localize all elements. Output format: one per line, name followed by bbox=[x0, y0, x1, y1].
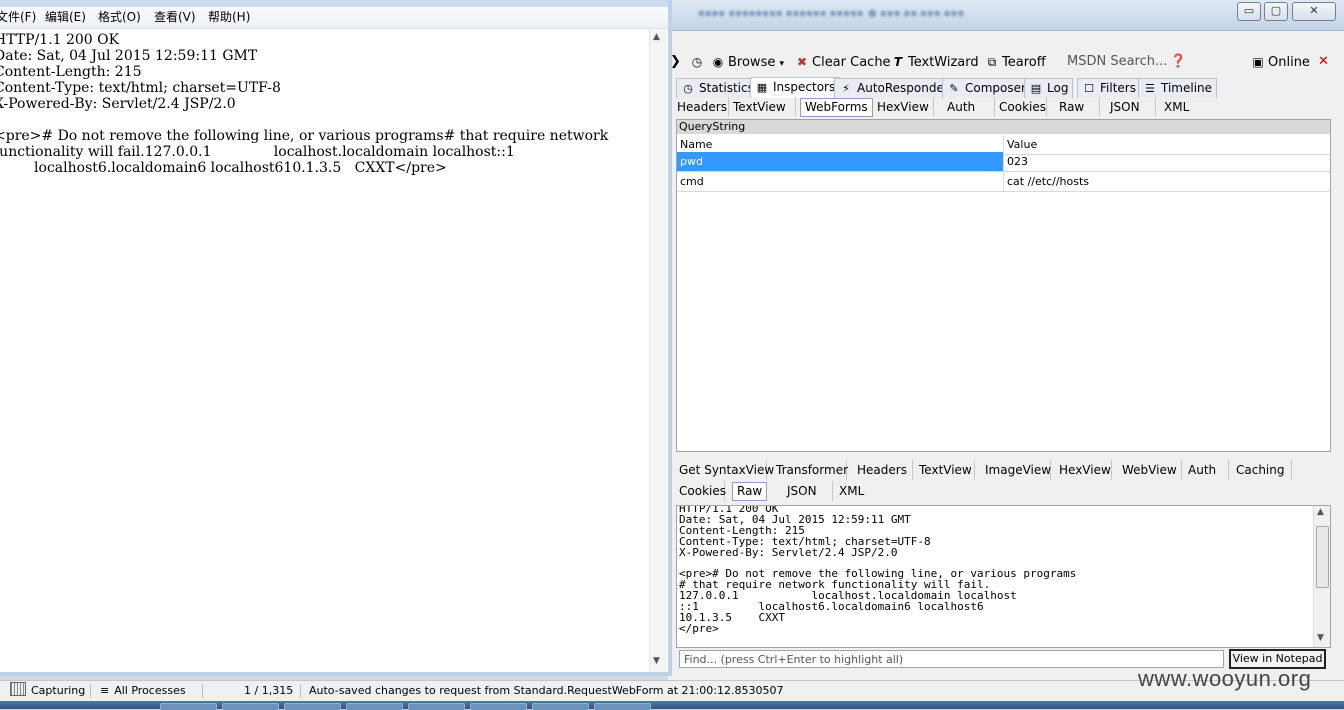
req-tab-raw[interactable]: Raw bbox=[1056, 97, 1100, 117]
notepad-text-area[interactable]: HTTP/1.1 200 OK Date: Sat, 04 Jul 2015 1… bbox=[0, 32, 608, 176]
textwizard-button[interactable]: T TextWizard bbox=[891, 53, 979, 71]
row-name-cell[interactable]: pwd bbox=[680, 152, 703, 171]
online-indicator[interactable]: ▣ Online bbox=[1251, 53, 1310, 71]
scroll-down-icon[interactable]: ▼ bbox=[1317, 633, 1324, 643]
tab-statistics[interactable]: ◷ Statistics bbox=[676, 78, 759, 98]
composer-icon: ✎ bbox=[949, 82, 959, 95]
notepad-frame bbox=[0, 0, 668, 7]
response-raw-text[interactable]: HTTP/1.1 200 OK Date: Sat, 04 Jul 2015 1… bbox=[679, 506, 1076, 635]
timeline-icon: ☰ bbox=[1145, 82, 1155, 95]
req-tab-textview[interactable]: TextView bbox=[730, 97, 796, 117]
timer-icon[interactable]: ◷ bbox=[690, 53, 707, 71]
scroll-down-icon[interactable]: ▼ bbox=[653, 656, 660, 666]
clear-cache-icon: ✖ bbox=[796, 55, 808, 69]
blurred-title-2: ● ▪▪▪.▪▪.▪▪▪.▪▪▪ bbox=[868, 8, 964, 19]
process-filter[interactable]: ≡ All Processes bbox=[100, 681, 186, 701]
req-tab-cookies[interactable]: Cookies bbox=[996, 97, 1047, 117]
row-name-cell[interactable]: cmd bbox=[680, 172, 704, 191]
resp-tab-raw[interactable]: Raw bbox=[732, 482, 768, 501]
tab-filters[interactable]: ☐ Filters bbox=[1077, 78, 1141, 98]
globe-icon: ◉ bbox=[712, 55, 724, 69]
blurred-title-1: ▪▪▪▪ ▪▪▪▪▪▪▪▪ ▪▪▪▪▪▪ ▪▪▪▪▪ bbox=[698, 8, 864, 19]
row-value-cell[interactable]: 023 bbox=[1007, 152, 1028, 171]
resp-tab-transformer[interactable]: Transformer bbox=[773, 460, 848, 480]
close-icon[interactable]: ✕ bbox=[1318, 53, 1329, 71]
close-button[interactable]: ✕ bbox=[1292, 2, 1336, 21]
help-icon[interactable]: ❓ bbox=[1170, 53, 1186, 71]
menu-help[interactable]: 帮助(H) bbox=[208, 7, 250, 28]
chevron-down-icon: ▾ bbox=[779, 59, 785, 69]
row-value-cell[interactable]: cat //etc//hosts bbox=[1007, 172, 1089, 191]
resp-tab-textview[interactable]: TextView bbox=[916, 460, 975, 480]
resp-tab-json[interactable]: JSON bbox=[784, 481, 833, 501]
filter-icon: ≡ bbox=[100, 684, 110, 697]
table-row[interactable]: pwd 023 bbox=[677, 152, 1330, 172]
checkbox-icon: ☐ bbox=[1084, 82, 1094, 95]
resp-tab-cookies[interactable]: Cookies bbox=[676, 481, 726, 501]
maximize-button[interactable]: ▢ bbox=[1264, 2, 1288, 21]
resp-tab-xml[interactable]: XML bbox=[836, 481, 879, 501]
response-tabs-row1: Get SyntaxView Transformer Headers TextV… bbox=[676, 460, 1340, 480]
table-row[interactable]: cmd cat //etc//hosts bbox=[677, 172, 1330, 192]
response-scrollbar[interactable]: ▲ ▼ bbox=[1313, 506, 1330, 647]
resp-tab-hexview[interactable]: HexView bbox=[1056, 460, 1112, 480]
scroll-up-icon[interactable]: ▲ bbox=[653, 32, 660, 42]
querystring-header: QueryString bbox=[677, 120, 1330, 134]
resp-tab-auth[interactable]: Auth bbox=[1185, 460, 1229, 480]
tearoff-icon: ⧉ bbox=[987, 55, 997, 69]
minimize-button[interactable]: ▭ bbox=[1237, 2, 1261, 21]
resp-tab-imageview[interactable]: ImageView bbox=[982, 460, 1051, 480]
menu-format[interactable]: 格式(O) bbox=[98, 7, 141, 28]
req-tab-hexview[interactable]: HexView bbox=[874, 97, 934, 117]
capture-icon bbox=[10, 682, 26, 696]
msdn-search-input[interactable]: MSDN Search... bbox=[1067, 53, 1167, 71]
textwizard-icon: T bbox=[893, 55, 903, 69]
browse-button[interactable]: ◉ Browse ▾ bbox=[711, 53, 784, 71]
inspectors-icon: ▦ bbox=[756, 81, 768, 94]
req-tab-json[interactable]: JSON bbox=[1107, 97, 1156, 117]
tab-composer[interactable]: ✎ Composer bbox=[942, 78, 1031, 98]
lightning-icon: ⚡ bbox=[842, 82, 850, 95]
response-raw-panel[interactable]: HTTP/1.1 200 OK Date: Sat, 04 Jul 2015 1… bbox=[676, 505, 1331, 648]
log-icon: ▤ bbox=[1030, 82, 1042, 95]
taskbar bbox=[0, 701, 1344, 710]
tab-autoresponder[interactable]: ⚡ AutoResponder bbox=[834, 78, 954, 98]
menu-file[interactable]: 文件(F) bbox=[0, 7, 36, 28]
req-tab-headers[interactable]: Headers bbox=[674, 97, 729, 117]
tearoff-button[interactable]: ⧉ Tearoff bbox=[985, 53, 1046, 71]
fiddler-toolbar: ❯ ◷ ◉ Browse ▾ ✖ Clear Cache T TextWizard ⧉… bbox=[668, 48, 1344, 76]
clear-cache-button[interactable]: ✖ Clear Cache bbox=[795, 53, 891, 71]
notepad-scrollbar[interactable]: ▲ ▼ bbox=[649, 29, 667, 672]
scroll-thumb[interactable] bbox=[1316, 526, 1329, 588]
tab-timeline[interactable]: ☰ Timeline bbox=[1138, 78, 1218, 98]
resp-tab-webview[interactable]: WebView bbox=[1119, 460, 1182, 480]
response-tabs-row2: Cookies Raw JSON XML bbox=[676, 481, 1340, 501]
req-tab-auth[interactable]: Auth bbox=[944, 97, 995, 117]
request-inspector-tabs: Headers TextView WebForms HexView Auth C… bbox=[674, 97, 1338, 117]
capturing-indicator[interactable]: Capturing bbox=[10, 681, 85, 701]
req-tab-webforms[interactable]: WebForms bbox=[800, 98, 873, 117]
req-tab-xml[interactable]: XML bbox=[1161, 97, 1204, 117]
statistics-icon: ◷ bbox=[683, 82, 693, 95]
tab-log[interactable]: ▤ Log bbox=[1024, 78, 1074, 98]
webforms-panel: QueryString Name Value pwd 023 cmd cat /… bbox=[676, 119, 1331, 452]
notepad-menubar: 文件(F) 编辑(E) 格式(O) 查看(V) 帮助(H) bbox=[0, 7, 668, 29]
menu-view[interactable]: 查看(V) bbox=[154, 7, 196, 28]
resp-tab-caching[interactable]: Caching bbox=[1233, 460, 1292, 480]
menu-edit[interactable]: 编辑(E) bbox=[45, 7, 86, 28]
main-tabs: ◷ Statistics ▦ Inspectors ⚡ AutoResponder ✎… bbox=[674, 77, 1338, 98]
notepad-window: 文件(F) 编辑(E) 格式(O) 查看(V) 帮助(H) HTTP/1.1 2… bbox=[0, 0, 672, 676]
resp-tab-syntaxview[interactable]: Get SyntaxView bbox=[676, 460, 774, 480]
watermark: www.wooyun.org bbox=[1138, 666, 1312, 691]
tab-inspectors[interactable]: ▦ Inspectors bbox=[750, 77, 841, 98]
resp-tab-headers[interactable]: Headers bbox=[854, 460, 913, 480]
scroll-up-icon[interactable]: ▲ bbox=[1317, 507, 1324, 517]
status-message: Auto-saved changes to request from Stand… bbox=[309, 684, 784, 697]
session-count: 1 / 1,315 bbox=[244, 684, 294, 697]
fiddler-titlebar: ▪▪▪▪ ▪▪▪▪▪▪▪▪ ▪▪▪▪▪▪ ▪▪▪▪▪ ● ▪▪▪.▪▪.▪▪▪.… bbox=[668, 0, 1344, 31]
network-icon: ▣ bbox=[1252, 55, 1264, 69]
